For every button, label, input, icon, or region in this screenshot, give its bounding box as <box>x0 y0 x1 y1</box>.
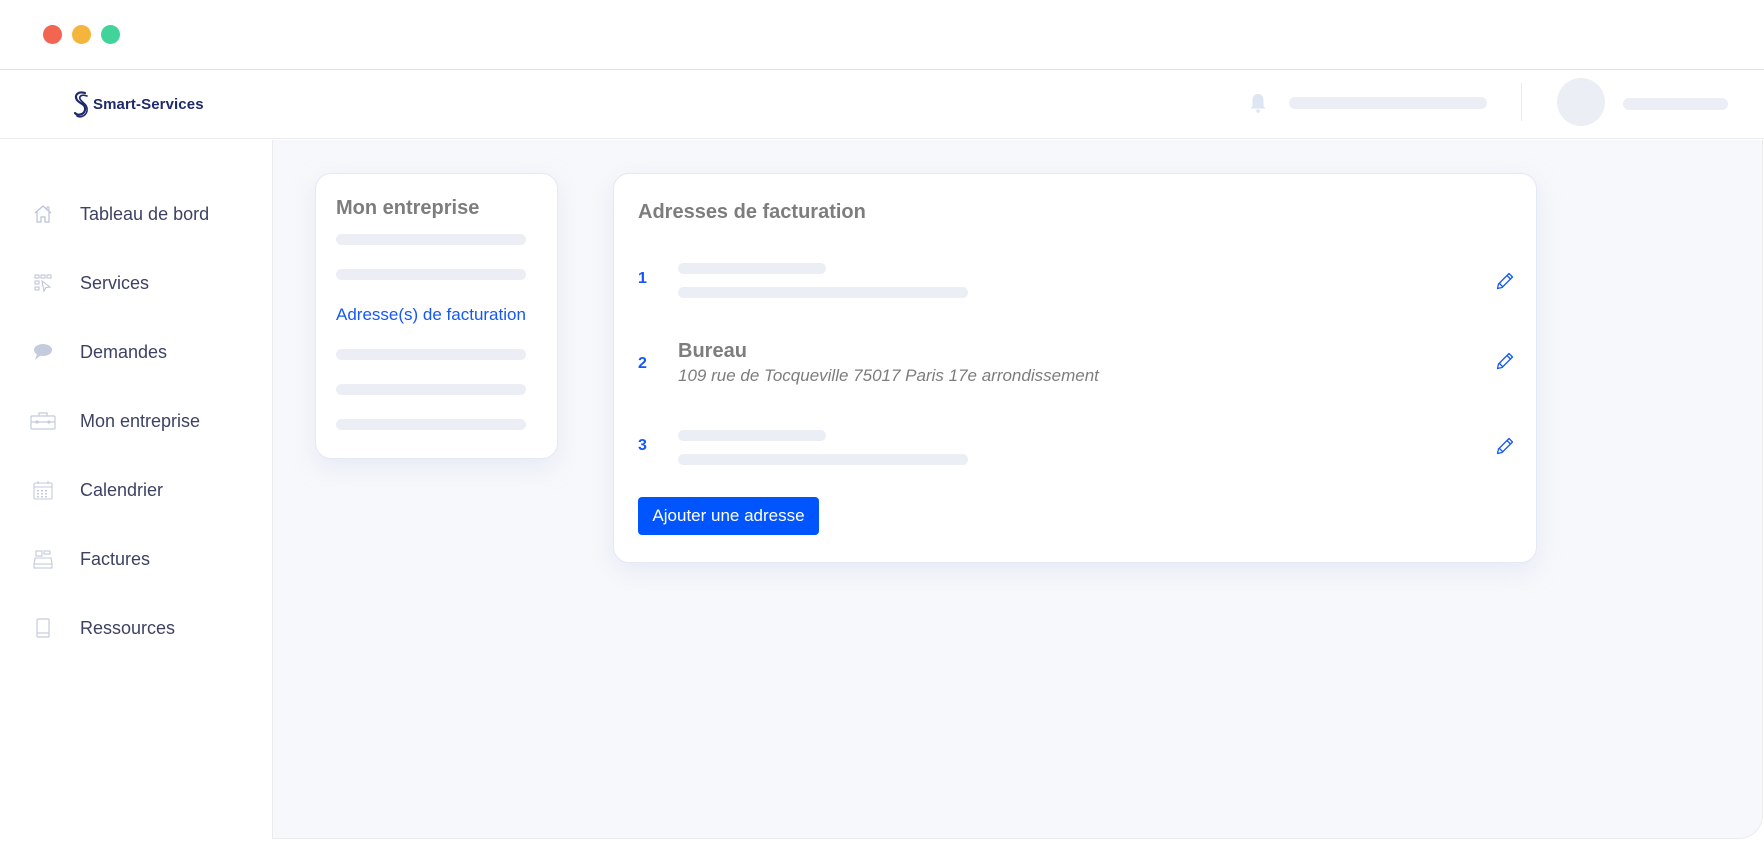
window-close-button[interactable] <box>43 25 62 44</box>
menu-item-placeholder[interactable] <box>336 349 526 360</box>
app-header: Smart-Services <box>0 71 1764 139</box>
sidebar-item-label: Calendrier <box>80 479 164 500</box>
sidebar-item-calendrier[interactable]: Calendrier <box>0 470 272 510</box>
address-line-placeholder <box>678 287 968 298</box>
menu-item-placeholder[interactable] <box>336 419 526 430</box>
home-icon <box>32 203 54 225</box>
edit-address-button[interactable] <box>1495 351 1515 371</box>
services-grid-cursor-icon <box>32 272 54 294</box>
address-line-placeholder <box>678 454 968 465</box>
pencil-icon <box>1496 352 1514 370</box>
sidebar: Tableau de bord Services Demandes Mon en… <box>0 140 272 841</box>
address-name-placeholder <box>678 430 826 441</box>
address-number: 1 <box>638 270 647 287</box>
address-line: 109 rue de Tocqueville 75017 Paris 17e a… <box>678 366 1099 385</box>
pencil-icon <box>1496 437 1514 455</box>
sidebar-item-factures[interactable]: Factures <box>0 539 272 579</box>
brand-logo[interactable]: Smart-Services <box>72 89 204 119</box>
window-maximize-button[interactable] <box>101 25 120 44</box>
sidebar-item-ressources[interactable]: Ressources <box>0 608 272 648</box>
brand-name: Smart-Services <box>93 95 204 113</box>
briefcase-icon <box>30 410 56 432</box>
sidebar-item-label: Ressources <box>80 617 176 638</box>
billing-addresses-card: Adresses de facturation 1 2 Bureau 109 r… <box>613 173 1537 563</box>
sidebar-item-tableau-de-bord[interactable]: Tableau de bord <box>0 194 272 234</box>
address-number: 3 <box>638 437 647 454</box>
user-avatar[interactable] <box>1557 78 1605 126</box>
sidebar-item-label: Factures <box>80 548 151 569</box>
user-name-placeholder <box>1623 98 1728 110</box>
calendar-icon <box>32 479 54 501</box>
edit-address-button[interactable] <box>1495 436 1515 456</box>
sidebar-item-demandes[interactable]: Demandes <box>0 332 272 372</box>
address-name: Bureau <box>678 340 747 362</box>
company-menu-card: Mon entreprise Adresse(s) de facturation <box>315 173 558 459</box>
book-icon <box>32 617 54 639</box>
header-search-placeholder <box>1289 97 1487 109</box>
sidebar-item-label: Tableau de bord <box>80 203 210 224</box>
sidebar-item-services[interactable]: Services <box>0 263 272 303</box>
menu-item-billing-addresses[interactable]: Adresse(s) de facturation <box>336 305 526 325</box>
pencil-icon <box>1496 272 1514 290</box>
header-divider <box>1521 83 1522 121</box>
edit-address-button[interactable] <box>1495 271 1515 291</box>
s-logo-icon <box>73 91 88 118</box>
menu-item-placeholder[interactable] <box>336 384 526 395</box>
chat-bubble-icon <box>32 341 54 363</box>
add-address-button[interactable]: Ajouter une adresse <box>638 497 819 535</box>
address-name-placeholder <box>678 263 826 274</box>
sidebar-item-mon-entreprise[interactable]: Mon entreprise <box>0 401 272 441</box>
window-titlebar <box>0 0 1764 70</box>
company-menu-title: Mon entreprise <box>336 197 480 219</box>
bell-icon[interactable] <box>1248 92 1268 114</box>
cash-register-icon <box>32 548 54 570</box>
sidebar-item-label: Services <box>80 272 150 293</box>
sidebar-item-label: Demandes <box>80 341 168 362</box>
main-content: Mon entreprise Adresse(s) de facturation… <box>272 140 1763 839</box>
window-minimize-button[interactable] <box>72 25 91 44</box>
menu-item-placeholder[interactable] <box>336 269 526 280</box>
billing-addresses-title: Adresses de facturation <box>638 201 866 223</box>
address-number: 2 <box>638 355 647 372</box>
sidebar-item-label: Mon entreprise <box>80 410 201 431</box>
menu-item-placeholder[interactable] <box>336 234 526 245</box>
